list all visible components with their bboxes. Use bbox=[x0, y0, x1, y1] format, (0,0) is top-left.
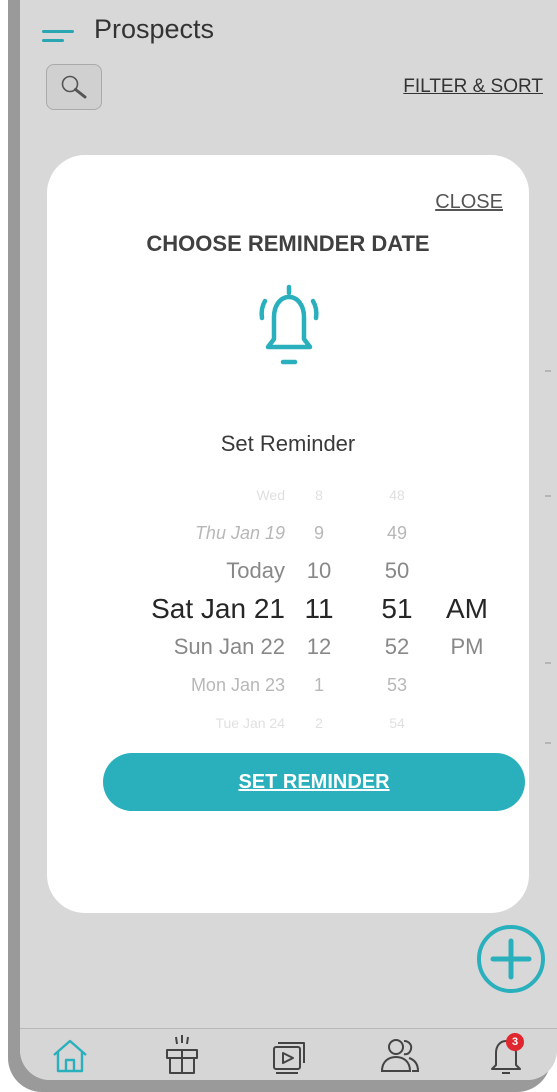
home-icon bbox=[53, 1039, 87, 1073]
search-icon bbox=[61, 75, 87, 99]
media-tab[interactable] bbox=[266, 1033, 310, 1077]
video-icon bbox=[273, 1042, 305, 1074]
home-tab[interactable] bbox=[48, 1033, 92, 1077]
search-button[interactable] bbox=[46, 64, 102, 110]
date-option[interactable]: Sun Jan 22 bbox=[47, 627, 285, 667]
datetime-picker[interactable]: Wed Thu Jan 19 Today Sat Jan 21 Sun Jan 22 Mo… bbox=[47, 475, 529, 731]
header: Prospects FILTER & SORT bbox=[20, 0, 557, 120]
date-option[interactable]: Wed bbox=[47, 475, 285, 515]
set-reminder-button-label: SET REMINDER bbox=[238, 771, 390, 793]
gifts-tab[interactable] bbox=[160, 1033, 204, 1077]
add-button[interactable] bbox=[476, 924, 546, 994]
minute-option[interactable]: 50 bbox=[367, 551, 427, 591]
app-screen: Prospects FILTER & SORT CLOSE CHOOSE REM… bbox=[20, 0, 557, 1080]
ampm-option[interactable]: AM bbox=[437, 589, 497, 629]
hour-option[interactable]: 8 bbox=[291, 475, 347, 515]
reminder-modal: CLOSE CHOOSE REMINDER DATE Set Reminder … bbox=[47, 155, 529, 913]
close-button[interactable]: CLOSE bbox=[435, 191, 503, 214]
date-option[interactable]: Mon Jan 23 bbox=[47, 665, 285, 705]
set-reminder-button[interactable]: SET REMINDER bbox=[103, 753, 525, 811]
notifications-tab[interactable]: 3 bbox=[484, 1033, 528, 1077]
list-divider bbox=[545, 742, 551, 744]
date-option[interactable]: Today bbox=[47, 551, 285, 591]
people-icon bbox=[380, 1039, 420, 1072]
hour-option[interactable]: 10 bbox=[291, 551, 347, 591]
hour-option[interactable]: 1 bbox=[291, 665, 347, 705]
hour-option[interactable]: 12 bbox=[291, 627, 347, 667]
menu-icon[interactable] bbox=[42, 30, 76, 44]
notification-badge: 3 bbox=[506, 1033, 524, 1051]
gift-icon bbox=[166, 1035, 198, 1074]
contacts-tab[interactable] bbox=[378, 1033, 422, 1077]
modal-title: CHOOSE REMINDER DATE bbox=[146, 231, 430, 256]
set-reminder-label: Set Reminder bbox=[220, 431, 356, 456]
list-divider bbox=[545, 370, 551, 372]
bell-icon bbox=[259, 284, 319, 365]
minute-option[interactable]: 49 bbox=[367, 513, 427, 553]
date-option[interactable]: Thu Jan 19 bbox=[47, 513, 285, 553]
minute-option[interactable]: 54 bbox=[367, 703, 427, 743]
minute-option[interactable]: 51 bbox=[367, 589, 427, 629]
minute-option[interactable]: 52 bbox=[367, 627, 427, 667]
filter-sort-link[interactable]: FILTER & SORT bbox=[403, 76, 543, 98]
list-divider bbox=[545, 495, 551, 497]
minute-option[interactable]: 53 bbox=[367, 665, 427, 705]
minute-option[interactable]: 48 bbox=[367, 475, 427, 515]
bottom-nav: 3 bbox=[20, 1028, 557, 1080]
date-option[interactable]: Tue Jan 24 bbox=[47, 703, 285, 743]
list-divider bbox=[545, 662, 551, 664]
hour-option[interactable]: 9 bbox=[291, 513, 347, 553]
hour-option[interactable]: 11 bbox=[291, 589, 347, 629]
date-option[interactable]: Sat Jan 21 bbox=[47, 589, 285, 629]
hour-option[interactable]: 2 bbox=[291, 703, 347, 743]
ampm-option[interactable]: PM bbox=[437, 627, 497, 667]
page-title: Prospects bbox=[94, 14, 215, 44]
